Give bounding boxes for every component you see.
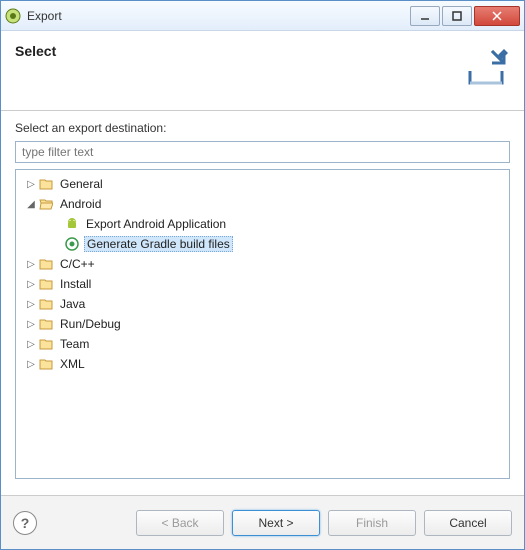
back-button[interactable]: < Back (136, 510, 224, 536)
tree-label: XML (58, 357, 87, 371)
chevron-right-icon[interactable]: ▷ (24, 259, 38, 270)
tree-item-generate-gradle[interactable]: Generate Gradle build files (18, 234, 507, 254)
tree-item-install[interactable]: ▷ Install (18, 274, 507, 294)
chevron-right-icon[interactable]: ▷ (24, 319, 38, 330)
tree-label: Android (58, 197, 103, 211)
tree-label: Generate Gradle build files (84, 236, 233, 252)
tree-item-rundebug[interactable]: ▷ Run/Debug (18, 314, 507, 334)
tree-label: Team (58, 337, 91, 351)
dialog-header: Select (1, 31, 524, 111)
minimize-button[interactable] (410, 6, 440, 26)
app-icon (5, 8, 21, 24)
folder-open-icon (38, 196, 54, 212)
folder-icon (38, 336, 54, 352)
next-button[interactable]: Next > (232, 510, 320, 536)
tree-label: C/C++ (58, 257, 97, 271)
folder-icon (38, 316, 54, 332)
help-button[interactable]: ? (13, 511, 37, 535)
tree-item-java[interactable]: ▷ Java (18, 294, 507, 314)
cancel-button[interactable]: Cancel (424, 510, 512, 536)
folder-icon (38, 256, 54, 272)
window-controls (410, 6, 520, 26)
export-tree[interactable]: ▷ General ◢ Android Export Android Appli… (15, 169, 510, 479)
maximize-button[interactable] (442, 6, 472, 26)
tree-label: General (58, 177, 105, 191)
gradle-icon (64, 236, 80, 252)
folder-icon (38, 296, 54, 312)
chevron-right-icon[interactable]: ▷ (24, 179, 38, 190)
button-bar: ? < Back Next > Finish Cancel (1, 495, 524, 549)
chevron-right-icon[interactable]: ▷ (24, 279, 38, 290)
close-button[interactable] (474, 6, 520, 26)
tree-item-xml[interactable]: ▷ XML (18, 354, 507, 374)
folder-icon (38, 356, 54, 372)
tree-label: Run/Debug (58, 317, 123, 331)
folder-icon (38, 176, 54, 192)
titlebar[interactable]: Export (1, 1, 524, 31)
export-dialog: Export Select Select an export destinati… (0, 0, 525, 550)
window-title: Export (27, 9, 410, 23)
export-icon (462, 43, 510, 91)
finish-button[interactable]: Finish (328, 510, 416, 536)
dialog-content: Select an export destination: ▷ General … (1, 111, 524, 489)
tree-label: Java (58, 297, 87, 311)
tree-label: Export Android Application (84, 217, 228, 231)
tree-label: Install (58, 277, 93, 291)
android-icon (64, 216, 80, 232)
tree-item-ccpp[interactable]: ▷ C/C++ (18, 254, 507, 274)
prompt-label: Select an export destination: (15, 121, 510, 135)
tree-item-export-android-app[interactable]: Export Android Application (18, 214, 507, 234)
chevron-down-icon[interactable]: ◢ (24, 199, 38, 210)
chevron-right-icon[interactable]: ▷ (24, 359, 38, 370)
tree-item-team[interactable]: ▷ Team (18, 334, 507, 354)
tree-item-general[interactable]: ▷ General (18, 174, 507, 194)
page-title: Select (15, 43, 56, 59)
folder-icon (38, 276, 54, 292)
chevron-right-icon[interactable]: ▷ (24, 299, 38, 310)
chevron-right-icon[interactable]: ▷ (24, 339, 38, 350)
tree-item-android[interactable]: ◢ Android (18, 194, 507, 214)
filter-input[interactable] (15, 141, 510, 163)
